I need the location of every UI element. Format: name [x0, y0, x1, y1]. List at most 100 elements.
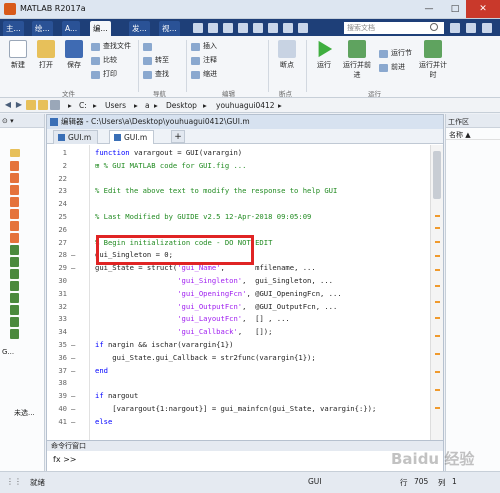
- folder-icon[interactable]: [26, 100, 36, 110]
- code-line[interactable]: 41– else: [47, 417, 430, 430]
- file-icon[interactable]: [10, 209, 19, 219]
- run-button[interactable]: 运行: [312, 40, 336, 70]
- file-icon[interactable]: [10, 305, 19, 315]
- line-marker[interactable]: –: [71, 250, 75, 259]
- tab-view[interactable]: 视...: [159, 21, 180, 36]
- line-marker[interactable]: –: [71, 391, 75, 400]
- code-line[interactable]: 36– gui_State.gui_Callback = str2func(va…: [47, 353, 430, 366]
- line-text[interactable]: % Edit the above text to modify the resp…: [95, 186, 337, 195]
- tab-publish[interactable]: 发...: [129, 21, 150, 36]
- search-icon[interactable]: [430, 23, 438, 31]
- file-icon[interactable]: [10, 329, 19, 339]
- line-text[interactable]: ⊞ % GUI MATLAB code for GUI.fig ...: [95, 161, 246, 170]
- details-label[interactable]: G...: [2, 348, 14, 356]
- file-icon[interactable]: [10, 317, 19, 327]
- indent-button[interactable]: 缩进: [191, 69, 217, 80]
- breadcrumb-drive[interactable]: C:: [79, 100, 87, 111]
- code-line[interactable]: 38: [47, 378, 430, 391]
- file-icon[interactable]: [10, 185, 19, 195]
- breadcrumb-folder[interactable]: youhuagui0412: [216, 100, 275, 111]
- line-text[interactable]: if nargout: [95, 391, 138, 400]
- folder-icon[interactable]: [10, 149, 20, 157]
- code-line[interactable]: 22: [47, 174, 430, 187]
- line-marker[interactable]: –: [71, 353, 75, 362]
- line-text[interactable]: end: [95, 366, 108, 375]
- goto-button[interactable]: 转至: [143, 55, 169, 66]
- line-text[interactable]: % Last Modified by GUIDE v2.5 12-Apr-201…: [95, 212, 311, 221]
- line-text[interactable]: if nargin && ischar(varargin{1}): [95, 340, 233, 349]
- code-line[interactable]: 39– if nargout: [47, 391, 430, 404]
- code-line[interactable]: 1 function varargout = GUI(varargin): [47, 148, 430, 161]
- print-button[interactable]: 打印: [91, 69, 117, 80]
- file-icon[interactable]: [10, 245, 19, 255]
- code-line[interactable]: 29– gui_State = struct('gui_Name', mfilen…: [47, 263, 430, 276]
- expand-icon[interactable]: [482, 23, 492, 33]
- vertical-scrollbar[interactable]: [430, 145, 443, 440]
- toolbar-quick-icon[interactable]: [298, 23, 308, 33]
- file-icon[interactable]: [10, 269, 19, 279]
- minimize-button[interactable]: —: [416, 0, 442, 18]
- tab-editor[interactable]: 编...: [90, 21, 111, 36]
- run-and-time-button[interactable]: 运行并计时: [416, 40, 450, 80]
- file-icon[interactable]: [10, 281, 19, 291]
- up-folder-icon[interactable]: [38, 100, 48, 110]
- code-line[interactable]: 24: [47, 199, 430, 212]
- open-button[interactable]: 打开: [34, 40, 58, 70]
- code-line[interactable]: 31 'gui_OpeningFcn', @GUI_OpeningFcn, ..…: [47, 289, 430, 302]
- scrollbar-thumb[interactable]: [433, 151, 441, 199]
- line-text[interactable]: [varargout{1:nargout}] = gui_mainfcn(gui…: [95, 404, 376, 413]
- new-button[interactable]: 新建: [6, 40, 30, 70]
- search-input[interactable]: 搜索文档: [344, 22, 444, 34]
- tab-home[interactable]: 主...: [3, 21, 24, 36]
- workspace-name-column[interactable]: 名称 ▲: [446, 128, 500, 140]
- maximize-button[interactable]: □: [442, 0, 468, 18]
- close-button[interactable]: ✕: [466, 0, 500, 18]
- breadcrumb-desktop[interactable]: Desktop: [166, 100, 197, 111]
- find-button[interactable]: 查找: [143, 69, 169, 80]
- code-line[interactable]: 40– [varargout{1:nargout}] = gui_mainfcn…: [47, 404, 430, 417]
- file-icon[interactable]: [10, 221, 19, 231]
- code-line[interactable]: 23 % Edit the above text to modify the re…: [47, 186, 430, 199]
- line-text[interactable]: 'gui_OpeningFcn', @GUI_OpeningFcn, ...: [95, 289, 341, 298]
- code-line[interactable]: 33 'gui_LayoutFcn', [] , ...: [47, 314, 430, 327]
- file-icon[interactable]: [10, 197, 19, 207]
- compare-button[interactable]: 比较: [91, 55, 117, 66]
- toolbar-quick-icon[interactable]: [268, 23, 278, 33]
- advance-button[interactable]: 前进: [379, 62, 405, 73]
- file-icon[interactable]: [10, 293, 19, 303]
- file-icon[interactable]: [10, 233, 19, 243]
- line-marker[interactable]: –: [71, 417, 75, 426]
- line-text[interactable]: gui_State.gui_Callback = str2func(vararg…: [95, 353, 315, 362]
- line-marker[interactable]: –: [71, 366, 75, 375]
- file-icon[interactable]: [10, 173, 19, 183]
- code-line[interactable]: 34 'gui_Callback', []);: [47, 327, 430, 340]
- toolbar-quick-icon[interactable]: [253, 23, 263, 33]
- line-marker[interactable]: –: [71, 404, 75, 413]
- run-section-button[interactable]: 运行节: [379, 48, 412, 59]
- line-text[interactable]: 'gui_LayoutFcn', [] , ...: [95, 314, 290, 323]
- line-text[interactable]: 'gui_Singleton', gui_Singleton, ...: [95, 276, 333, 285]
- code-line[interactable]: 25 % Last Modified by GUIDE v2.5 12-Apr-2…: [47, 212, 430, 225]
- toolbar-quick-icon[interactable]: [283, 23, 293, 33]
- find-files-button[interactable]: 查找文件: [91, 41, 131, 52]
- code-line[interactable]: 2 ⊞ % GUI MATLAB code for GUI.fig ...: [47, 161, 430, 174]
- code-area[interactable]: 1 function varargout = GUI(varargin) 2 ⊞ % …: [47, 145, 430, 440]
- breadcrumb-user[interactable]: a: [145, 100, 150, 111]
- editor-tab-gui-1[interactable]: GUI.m: [53, 130, 99, 144]
- toolbar-quick-icon[interactable]: [208, 23, 218, 33]
- command-prompt[interactable]: fx >>: [53, 455, 77, 464]
- file-icon[interactable]: [10, 161, 19, 171]
- line-marker[interactable]: –: [71, 263, 75, 272]
- back-icon[interactable]: ◀: [3, 100, 13, 110]
- line-text[interactable]: 'gui_Callback', []);: [95, 327, 272, 336]
- insert-button[interactable]: 插入: [191, 41, 217, 52]
- line-text[interactable]: else: [95, 417, 112, 426]
- line-text[interactable]: function varargout = GUI(varargin): [95, 148, 242, 157]
- add-tab-button[interactable]: +: [171, 130, 185, 143]
- code-line[interactable]: 35– if nargin && ischar(varargin{1}): [47, 340, 430, 353]
- help-icon[interactable]: [466, 23, 476, 33]
- back-forward-button[interactable]: [143, 41, 155, 52]
- tab-apps[interactable]: A...: [62, 21, 81, 36]
- code-line[interactable]: 30 'gui_Singleton', gui_Singleton, ...: [47, 276, 430, 289]
- run-advance-button[interactable]: 运行并前进: [340, 40, 374, 80]
